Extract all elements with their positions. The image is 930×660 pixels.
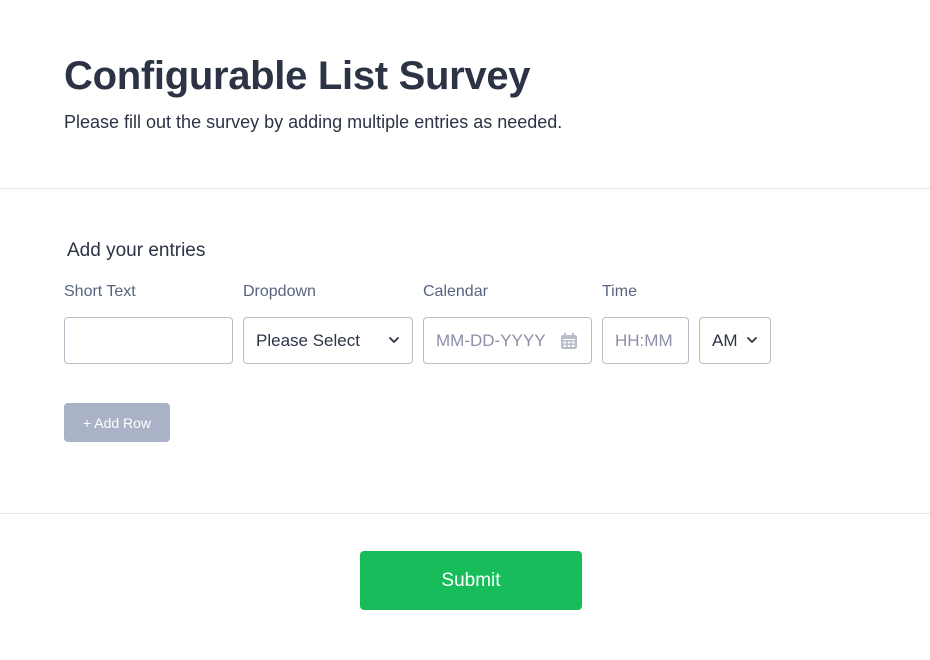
time-column-label: Time	[602, 283, 637, 300]
dropdown-selected-value: Please Select	[256, 330, 360, 350]
page-subtitle: Please fill out the survey by adding mul…	[64, 112, 563, 132]
dropdown-column-label: Dropdown	[243, 283, 316, 300]
chevron-down-icon	[747, 337, 757, 343]
form-header: Configurable List Survey Please fill out…	[64, 52, 884, 133]
short-text-input[interactable]	[64, 317, 233, 364]
ampm-selected-value: AM	[712, 330, 738, 350]
time-placeholder: HH:MM	[615, 330, 673, 350]
chevron-down-icon	[389, 337, 399, 343]
header-divider	[0, 188, 930, 189]
add-row-button[interactable]: + Add Row	[64, 403, 170, 442]
submit-button[interactable]: Submit	[360, 551, 582, 610]
short-text-column-label: Short Text	[64, 283, 136, 300]
footer-divider	[0, 513, 930, 514]
dropdown-select[interactable]: Please Select	[243, 317, 413, 364]
calendar-icon[interactable]	[560, 332, 578, 350]
page-title: Configurable List Survey	[64, 54, 531, 98]
ampm-select[interactable]: AM	[699, 317, 771, 364]
calendar-column-label: Calendar	[423, 283, 488, 300]
calendar-input[interactable]: MM-DD-YYYY	[423, 317, 592, 364]
calendar-placeholder: MM-DD-YYYY	[436, 330, 546, 350]
time-input[interactable]: HH:MM	[602, 317, 689, 364]
list-question-label: Add your entries	[67, 240, 206, 261]
